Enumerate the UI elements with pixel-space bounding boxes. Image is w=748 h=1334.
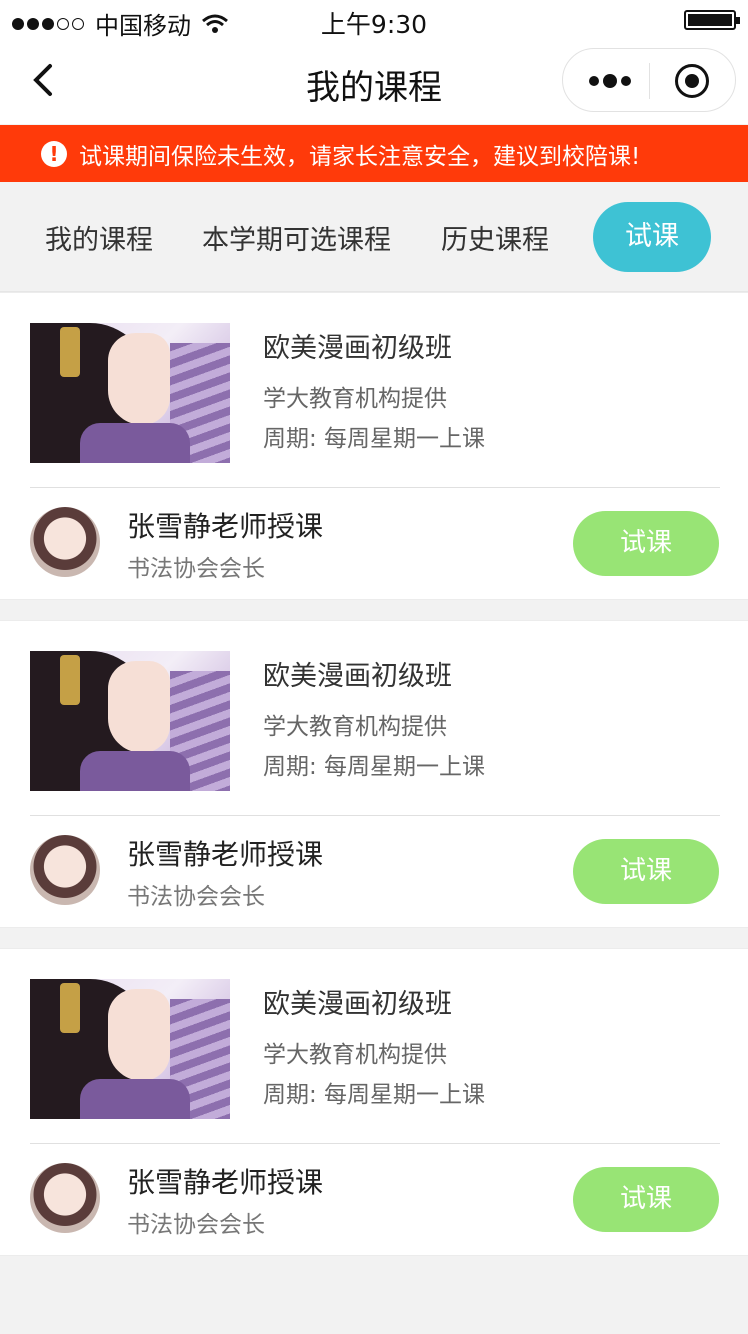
- tab-trial[interactable]: 试课: [593, 202, 711, 272]
- divider: [30, 815, 720, 816]
- course-cover-image: [30, 651, 230, 791]
- course-cover-image: [30, 323, 230, 463]
- safety-notice-banner: ! 试课期间保险未生效，请家长注意安全，建议到校陪课!: [0, 125, 748, 182]
- more-icon[interactable]: [589, 71, 631, 91]
- teacher-name: 张雪静老师授课: [127, 510, 324, 543]
- teacher-title: 书法协会会长: [127, 884, 265, 910]
- teacher-title: 书法协会会长: [127, 556, 265, 582]
- close-target-icon[interactable]: [675, 64, 709, 98]
- tab-my-courses[interactable]: 我的课程: [45, 218, 153, 257]
- course-period: 周期: 每周星期一上课: [263, 754, 486, 780]
- course-title: 欧美漫画初级班: [263, 333, 452, 364]
- course-tabs: 我的课程 本学期可选课程 历史课程 试课: [0, 182, 748, 292]
- course-title: 欧美漫画初级班: [263, 661, 452, 692]
- teacher-name: 张雪静老师授课: [127, 838, 324, 871]
- course-card[interactable]: 欧美漫画初级班 学大教育机构提供 周期: 每周星期一上课 张雪静老师授课 书法协…: [0, 620, 748, 928]
- status-time: 上午9:30: [320, 10, 428, 39]
- course-title: 欧美漫画初级班: [263, 989, 452, 1020]
- course-period: 周期: 每周星期一上课: [263, 1082, 486, 1108]
- tab-elective-courses[interactable]: 本学期可选课程: [202, 218, 391, 257]
- course-card[interactable]: 欧美漫画初级班 学大教育机构提供 周期: 每周星期一上课 张雪静老师授课 书法协…: [0, 948, 748, 1256]
- trial-button[interactable]: 试课: [573, 511, 719, 576]
- battery-icon: [684, 10, 740, 30]
- divider: [30, 1143, 720, 1144]
- divider: [30, 487, 720, 488]
- warning-icon: !: [41, 140, 67, 167]
- teacher-avatar: [30, 835, 100, 905]
- trial-button[interactable]: 试课: [573, 1167, 719, 1232]
- teacher-avatar: [30, 507, 100, 577]
- course-provider: 学大教育机构提供: [263, 386, 447, 412]
- course-period: 周期: 每周星期一上课: [263, 426, 486, 452]
- teacher-avatar: [30, 1163, 100, 1233]
- capsule-divider: [649, 63, 650, 99]
- status-bar: 中国移动 上午9:30: [0, 0, 748, 40]
- course-provider: 学大教育机构提供: [263, 1042, 447, 1068]
- teacher-title: 书法协会会长: [127, 1212, 265, 1238]
- mini-program-capsule: [562, 48, 736, 112]
- tab-history-courses[interactable]: 历史课程: [441, 218, 549, 257]
- course-card[interactable]: 欧美漫画初级班 学大教育机构提供 周期: 每周星期一上课 张雪静老师授课 书法协…: [0, 292, 748, 600]
- teacher-name: 张雪静老师授课: [127, 1166, 324, 1199]
- notice-text: 试课期间保险未生效，请家长注意安全，建议到校陪课!: [79, 143, 641, 170]
- course-cover-image: [30, 979, 230, 1119]
- course-provider: 学大教育机构提供: [263, 714, 447, 740]
- nav-bar: 我的课程: [0, 40, 748, 124]
- trial-button[interactable]: 试课: [573, 839, 719, 904]
